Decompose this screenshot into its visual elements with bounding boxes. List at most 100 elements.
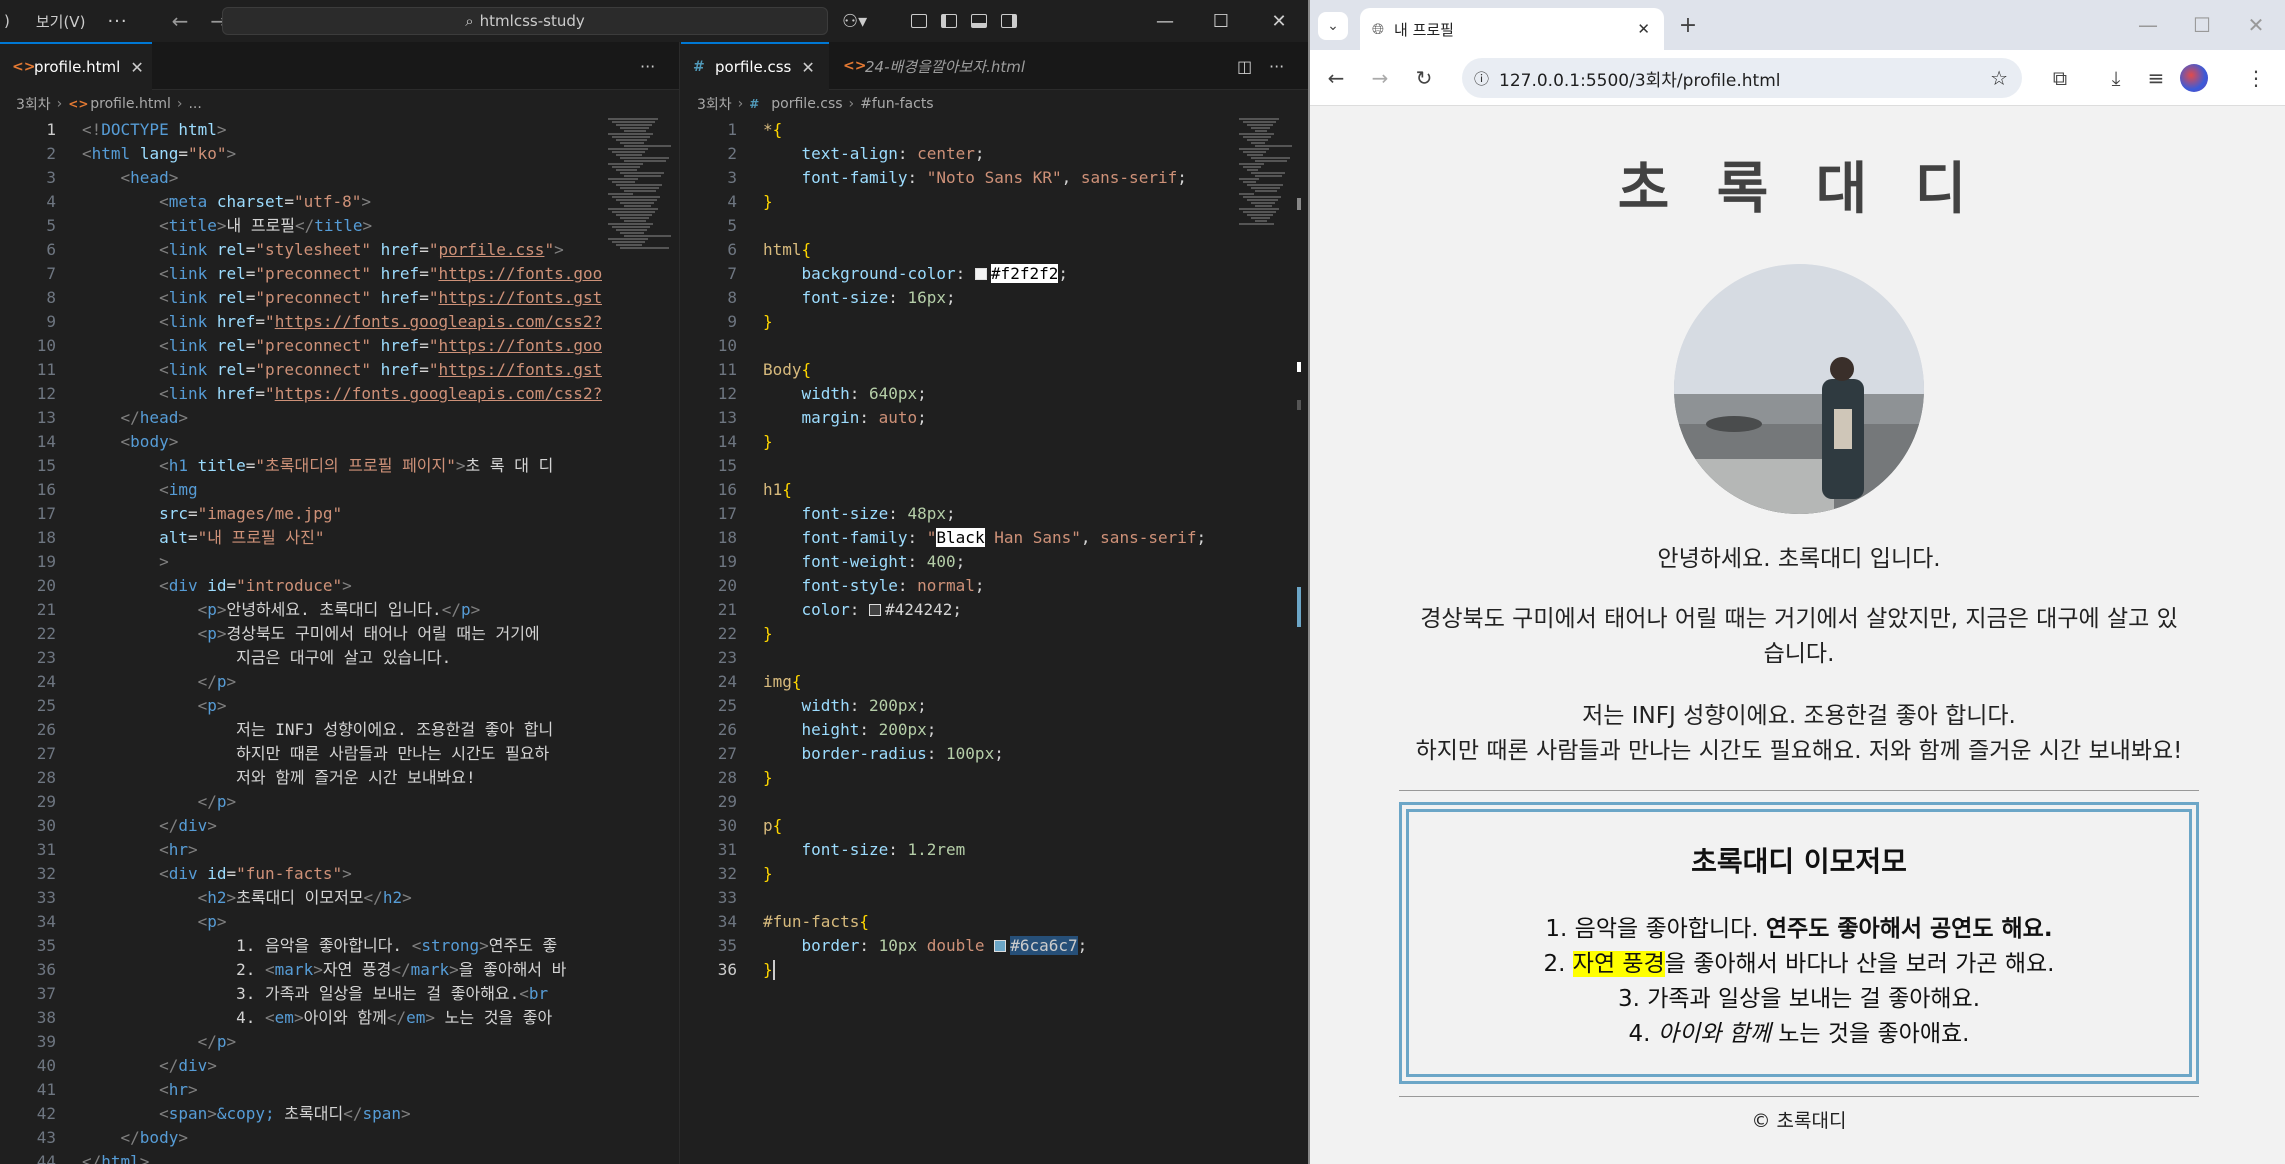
code-line[interactable]: 14 <body> — [0, 430, 679, 454]
code-line[interactable]: 7 <link rel="preconnect" href="https://f… — [0, 262, 679, 286]
breadcrumb-folder[interactable]: 3회차 — [16, 94, 51, 114]
toggle-panel-icon[interactable] — [971, 14, 988, 28]
code-line[interactable]: 9 <link href="https://fonts.googleapis.c… — [0, 310, 679, 334]
tab-search-icon[interactable]: ⌄ — [1318, 12, 1348, 40]
media-control-icon[interactable]: ≡ — [2140, 62, 2172, 94]
code-line[interactable]: 42 <span>&copy; 초록대디</span> — [0, 1102, 679, 1126]
code-line[interactable]: 36 2. <mark>자연 풍경</mark>을 좋아해서 바 — [0, 958, 679, 982]
code-line[interactable]: 10 — [681, 334, 1308, 358]
code-line[interactable]: 34 #fun-facts{ — [681, 910, 1308, 934]
code-line[interactable]: 29 — [681, 790, 1308, 814]
code-line[interactable]: 15 <h1 title="초록대디의 프로필 페이지">초 록 대 디 — [0, 454, 679, 478]
code-line[interactable]: 1 <!DOCTYPE html> — [0, 118, 679, 142]
code-line[interactable]: 22} — [681, 622, 1308, 646]
code-line[interactable]: 11 Body{ — [681, 358, 1308, 382]
new-tab-icon[interactable]: + — [1674, 10, 1702, 40]
code-line[interactable]: 35 border: 10px double #6ca6c7; — [681, 934, 1308, 958]
more-actions-icon[interactable]: ··· — [1269, 42, 1284, 90]
code-line[interactable]: 3 font-family: "Noto Sans KR", sans-seri… — [681, 166, 1308, 190]
minimize-icon[interactable]: — — [2128, 10, 2168, 40]
code-editor-css[interactable]: 1 *{2 text-align: center; 3 font-family: "… — [681, 118, 1308, 1164]
code-line[interactable]: 17 font-size: 48px; — [681, 502, 1308, 526]
profile-avatar[interactable] — [2180, 64, 2208, 92]
color-swatch[interactable] — [994, 940, 1007, 952]
more-actions-icon[interactable]: ··· — [640, 42, 655, 90]
code-line[interactable]: 40 </div> — [0, 1054, 679, 1078]
menu-view[interactable]: 보기(V) — [36, 11, 86, 32]
code-line[interactable]: 12 width: 640px; — [681, 382, 1308, 406]
code-line[interactable]: 12 <link href="https://fonts.googleapis.… — [0, 382, 679, 406]
close-tab-icon[interactable]: ✕ — [801, 58, 814, 77]
code-line[interactable]: 27 하지만 때론 사람들과 만나는 시간도 필요하 — [0, 742, 679, 766]
bookmark-star-icon[interactable]: ☆ — [1990, 66, 2008, 90]
code-line[interactable]: 18 alt="내 프로필 사진" — [0, 526, 679, 550]
code-line[interactable]: 24 </p> — [0, 670, 679, 694]
close-icon[interactable]: ✕ — [1252, 0, 1306, 42]
code-line[interactable]: 8 font-size: 16px; — [681, 286, 1308, 310]
code-line[interactable]: 9} — [681, 310, 1308, 334]
forward-icon[interactable]: → — [1364, 62, 1396, 94]
extensions-icon[interactable]: ⧉ — [2044, 62, 2076, 94]
code-line[interactable]: 19 > — [0, 550, 679, 574]
download-icon[interactable]: ⤓ — [2100, 62, 2132, 94]
customize-layout-icon[interactable] — [911, 14, 928, 28]
maximize-icon[interactable]: ☐ — [2182, 10, 2222, 40]
code-line[interactable]: 27 border-radius: 100px; — [681, 742, 1308, 766]
code-line[interactable]: 19 font-weight: 400; — [681, 550, 1308, 574]
code-line[interactable]: 17 src="images/me.jpg" — [0, 502, 679, 526]
code-line[interactable]: 33 <h2>초록대디 이모저모</h2> — [0, 886, 679, 910]
code-line[interactable]: 16 <img — [0, 478, 679, 502]
copilot-icon[interactable]: ⚇▾ — [842, 11, 867, 32]
close-tab-icon[interactable]: ✕ — [130, 58, 143, 77]
code-line[interactable]: 2 text-align: center; — [681, 142, 1308, 166]
code-line[interactable]: 26 height: 200px; — [681, 718, 1308, 742]
code-line[interactable]: 21 color: #424242; — [681, 598, 1308, 622]
code-line[interactable]: 16 h1{ — [681, 478, 1308, 502]
code-line[interactable]: 4 <meta charset="utf-8"> — [0, 190, 679, 214]
command-center-search[interactable]: ⌕ htmlcss-study — [222, 7, 828, 35]
browser-menu-icon[interactable]: ⋮ — [2240, 62, 2272, 94]
code-line[interactable]: 33 — [681, 886, 1308, 910]
browser-tab[interactable]: 🌐︎ 내 프로필 ✕ — [1360, 8, 1664, 50]
breadcrumb-symbol[interactable]: #fun-facts — [860, 96, 933, 112]
code-line[interactable]: 20 font-style: normal; — [681, 574, 1308, 598]
toggle-sidebar-icon[interactable] — [941, 14, 958, 28]
color-swatch[interactable] — [868, 604, 881, 616]
code-line[interactable]: 14} — [681, 430, 1308, 454]
code-line[interactable]: 18 font-family: "Black Han Sans", sans-s… — [681, 526, 1308, 550]
code-line[interactable]: 10 <link rel="preconnect" href="https://… — [0, 334, 679, 358]
code-line[interactable]: 37 3. 가족과 일상을 보내는 걸 좋아해요.<br — [0, 982, 679, 1006]
code-editor-html[interactable]: 1 <!DOCTYPE html> 2 <html lang="ko"> 3 <head… — [0, 118, 679, 1164]
scrollbar[interactable] — [1297, 198, 1301, 210]
code-line[interactable]: 32 <div id="fun-facts"> — [0, 862, 679, 886]
code-line[interactable]: 44 </html> — [0, 1150, 679, 1164]
code-line[interactable]: 15 — [681, 454, 1308, 478]
code-line[interactable]: 25 width: 200px; — [681, 694, 1308, 718]
minimap[interactable] — [608, 118, 678, 249]
close-icon[interactable]: ✕ — [2236, 10, 2276, 40]
code-line[interactable]: 22 <p>경상북도 구미에서 태어나 어릴 때는 거기에 — [0, 622, 679, 646]
code-line[interactable]: 4} — [681, 190, 1308, 214]
breadcrumb-file[interactable]: profile.html — [90, 96, 171, 112]
address-bar[interactable]: ⓘ 127.0.0.1:5500/3회차/profile.html ☆ — [1462, 58, 2022, 98]
code-line[interactable]: 21 <p>안녕하세요. 초록대디 입니다.</p> — [0, 598, 679, 622]
breadcrumb-symbol[interactable]: ... — [188, 96, 201, 112]
more-menu-icon[interactable]: ··· — [107, 11, 127, 32]
code-line[interactable]: 1 *{ — [681, 118, 1308, 142]
color-swatch[interactable] — [974, 268, 987, 280]
site-info-icon[interactable]: ⓘ — [1474, 68, 1489, 89]
code-line[interactable]: 11 <link rel="preconnect" href="https://… — [0, 358, 679, 382]
code-line[interactable]: 31 <hr> — [0, 838, 679, 862]
code-line[interactable]: 23 지금은 대구에 살고 있습니다. — [0, 646, 679, 670]
code-line[interactable]: 5 — [681, 214, 1308, 238]
code-line[interactable]: 28} — [681, 766, 1308, 790]
code-line[interactable]: 8 <link rel="preconnect" href="https://f… — [0, 286, 679, 310]
split-editor-icon[interactable]: ◫ — [1237, 42, 1252, 90]
code-line[interactable]: 35 1. 음악을 좋아합니다. <strong>연주도 좋 — [0, 934, 679, 958]
toggle-secondary-sidebar-icon[interactable] — [1001, 14, 1018, 28]
breadcrumb-file[interactable]: porfile.css — [771, 96, 842, 112]
code-line[interactable]: 5 <title>내 프로필</title> — [0, 214, 679, 238]
close-tab-icon[interactable]: ✕ — [1637, 20, 1650, 38]
code-line[interactable]: 30 </div> — [0, 814, 679, 838]
code-line[interactable]: 13 margin: auto; — [681, 406, 1308, 430]
